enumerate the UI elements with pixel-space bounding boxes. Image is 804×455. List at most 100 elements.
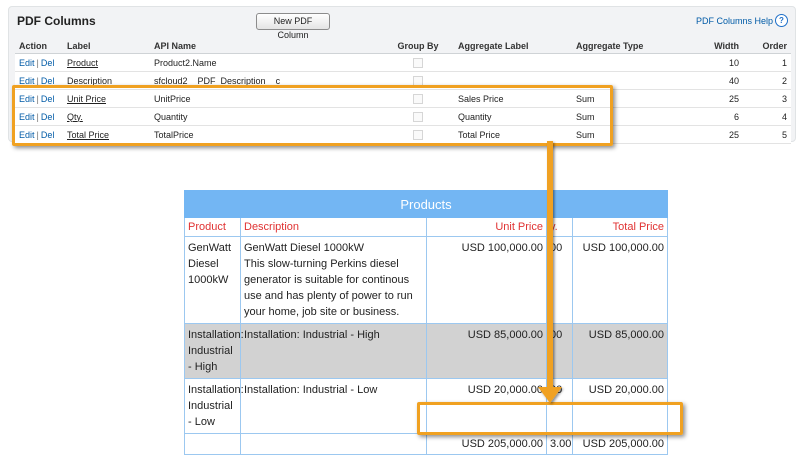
table-row: Edit | Del Total Price TotalPrice Total Price…: [15, 125, 791, 144]
api-name-cell: sfcloud2__PDF_Description__c: [150, 71, 382, 90]
group-by-cell: [382, 107, 454, 126]
col-header-order: Order: [743, 39, 791, 54]
group-by-cell: [382, 89, 454, 108]
preview-total-empty: [184, 433, 241, 455]
preview-header-total-price: Total Price: [571, 217, 669, 237]
aggregate-label-cell: Sales Price: [454, 89, 572, 108]
col-header-api-name: API Name: [150, 39, 382, 54]
products-pdf-preview: Products Product Description Unit Price …: [183, 190, 669, 455]
preview-qty-cell: 00: [546, 378, 573, 434]
preview-header-product: Product: [184, 217, 241, 237]
aggregate-type-cell: [572, 53, 690, 72]
separator: |: [36, 93, 39, 104]
group-by-checkbox: [413, 93, 423, 104]
preview-header-row: Product Description Unit Price y. Total …: [184, 217, 669, 237]
row-actions: Edit | Del: [15, 71, 63, 90]
table-row: Edit | Del Qty. Quantity Quantity Sum 6 4: [15, 107, 791, 126]
column-label-link[interactable]: Total Price: [67, 130, 109, 140]
pdf-columns-panel: PDF Columns New PDF Column PDF Columns H…: [8, 6, 796, 144]
table-row: Edit | Del Unit Price UnitPrice Sales Price Su…: [15, 89, 791, 108]
order-cell: 2: [743, 71, 791, 90]
aggregate-type-cell: Sum: [572, 125, 690, 144]
aggregate-label-cell: Quantity: [454, 107, 572, 126]
group-by-cell: [382, 71, 454, 90]
group-by-cell: [382, 53, 454, 72]
preview-product-cell: Installation: Industrial - High: [184, 323, 244, 379]
group-by-checkbox: [413, 129, 423, 140]
new-pdf-column-button[interactable]: New PDF Column: [256, 13, 330, 40]
edit-link[interactable]: Edit: [19, 94, 35, 104]
preview-title-row: Products: [183, 190, 669, 218]
api-name-cell: TotalPrice: [150, 125, 382, 144]
preview-total-cell: USD 20,000.00: [571, 378, 669, 434]
width-cell: 6: [690, 107, 743, 126]
help-icon[interactable]: ?: [775, 14, 788, 27]
del-link[interactable]: Del: [41, 94, 55, 104]
separator: |: [36, 75, 39, 86]
preview-qty-cell: 00: [546, 323, 573, 379]
preview-row: GenWatt Diesel 1000kW GenWatt Diesel 100…: [184, 236, 669, 324]
group-by-cell: [382, 125, 454, 144]
preview-header-unit-price: Unit Price: [426, 217, 547, 237]
preview-title: Products: [183, 190, 669, 218]
preview-total-unit-price: USD 205,000.00: [426, 433, 547, 455]
group-by-checkbox: [413, 57, 423, 68]
row-actions: Edit | Del: [15, 107, 63, 126]
separator: |: [36, 111, 39, 122]
separator: |: [36, 57, 39, 68]
api-name-cell: UnitPrice: [150, 89, 382, 108]
width-cell: 10: [690, 53, 743, 72]
preview-description-cell: GenWatt Diesel 1000kW This slow-turning P…: [240, 236, 427, 324]
preview-total-cell: USD 100,000.00: [571, 236, 669, 324]
separator: |: [36, 129, 39, 140]
edit-link[interactable]: Edit: [19, 112, 35, 122]
table-header-row: Action Label API Name Group By Aggregate…: [15, 39, 791, 54]
edit-link[interactable]: Edit: [19, 58, 35, 68]
edit-link[interactable]: Edit: [19, 76, 35, 86]
table-row: Edit | Del Product Product2.Name 10 1: [15, 53, 791, 72]
order-cell: 3: [743, 89, 791, 108]
panel-title: PDF Columns: [17, 14, 96, 28]
order-cell: 4: [743, 107, 791, 126]
column-label-link[interactable]: Description: [67, 76, 112, 86]
preview-unit-price-cell: USD 20,000.00: [426, 378, 547, 434]
group-by-checkbox: [413, 111, 423, 122]
width-cell: 25: [690, 89, 743, 108]
col-header-width: Width: [690, 39, 743, 54]
preview-total-total-price: USD 205,000.00: [571, 433, 669, 455]
column-label-link[interactable]: Product: [67, 58, 98, 68]
col-header-aggregate-label: Aggregate Label: [454, 39, 572, 54]
api-name-cell: Quantity: [150, 107, 382, 126]
preview-qty-cell: 00: [546, 236, 573, 324]
width-cell: 25: [690, 125, 743, 144]
pdf-columns-help-link[interactable]: PDF Columns Help: [696, 16, 773, 26]
order-cell: 1: [743, 53, 791, 72]
del-link[interactable]: Del: [41, 130, 55, 140]
aggregate-type-cell: [572, 71, 690, 90]
preview-product-cell: GenWatt Diesel 1000kW: [184, 236, 241, 324]
preview-unit-price-cell: USD 85,000.00: [426, 323, 547, 379]
preview-totals-row: USD 205,000.00 3.00 USD 205,000.00: [184, 433, 669, 455]
del-link[interactable]: Del: [41, 76, 55, 86]
preview-description-cell: Installation: Industrial - High: [240, 323, 427, 379]
col-header-action: Action: [15, 39, 63, 54]
del-link[interactable]: Del: [41, 58, 55, 68]
del-link[interactable]: Del: [41, 112, 55, 122]
preview-header-qty: y.: [546, 217, 573, 237]
preview-unit-price-cell: USD 100,000.00: [426, 236, 547, 324]
preview-product-cell: Installation: Industrial - Low: [184, 378, 244, 434]
aggregate-type-cell: Sum: [572, 107, 690, 126]
preview-total-cell: USD 85,000.00: [571, 323, 669, 379]
edit-link[interactable]: Edit: [19, 130, 35, 140]
column-label-link[interactable]: Unit Price: [67, 94, 106, 104]
group-by-checkbox: [413, 75, 423, 86]
col-header-label: Label: [63, 39, 150, 54]
preview-description-cell: Installation: Industrial - Low: [240, 378, 427, 434]
row-actions: Edit | Del: [15, 53, 63, 72]
aggregate-label-cell: [454, 53, 572, 72]
api-name-cell: Product2.Name: [150, 53, 382, 72]
col-header-group-by: Group By: [382, 39, 454, 54]
preview-total-qty: 3.00: [546, 433, 573, 455]
column-label-link[interactable]: Qty.: [67, 112, 83, 122]
row-actions: Edit | Del: [15, 125, 63, 144]
